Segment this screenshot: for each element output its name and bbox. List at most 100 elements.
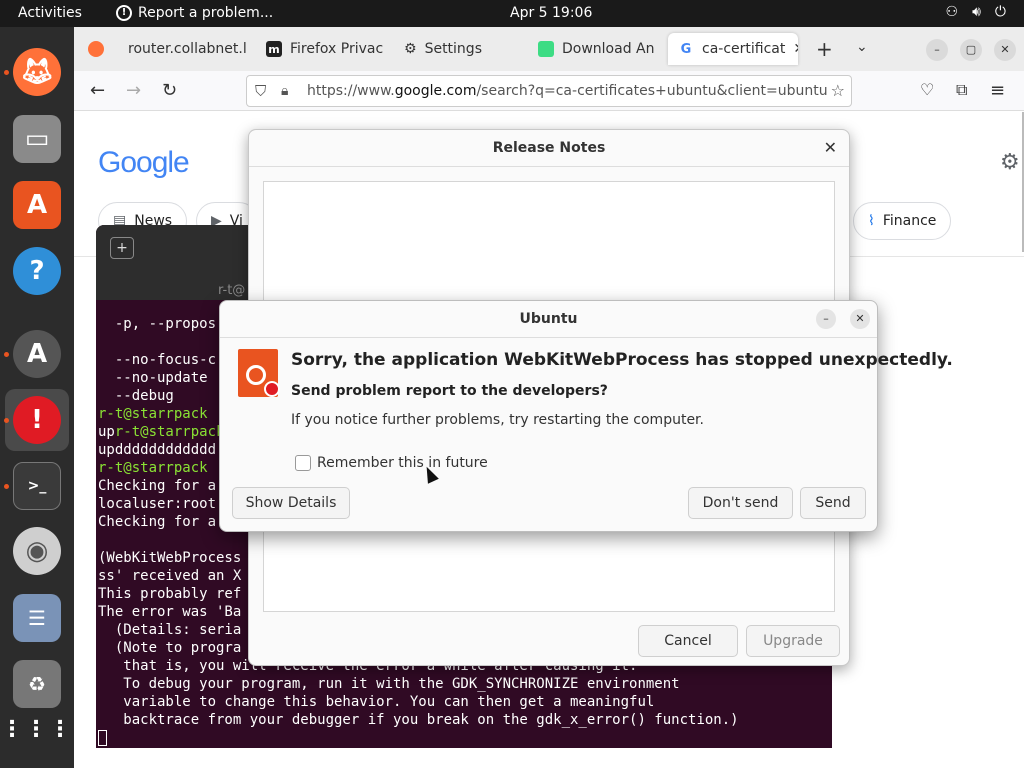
forward-icon[interactable]: → (126, 80, 141, 101)
terminal-text: This probably ref (98, 586, 242, 602)
gear-icon: ⚙ (404, 41, 417, 57)
settings-gear-icon[interactable]: ⚙ (1000, 150, 1020, 175)
mozilla-icon: m (266, 41, 282, 57)
terminal-line: backtrace from your debugger if you brea… (98, 711, 739, 729)
running-indicator (4, 484, 9, 489)
software-updater-icon[interactable]: A (13, 330, 61, 378)
upgrade-button[interactable]: Upgrade (746, 625, 840, 657)
maximize-button[interactable]: ▢ (960, 39, 982, 61)
dialog-title: Release Notes (492, 140, 606, 156)
firefox-icon[interactable]: 🦊︎ (13, 48, 61, 96)
warning-icon: ! (116, 5, 132, 21)
tab-label: Download An (562, 41, 655, 57)
close-button[interactable]: ✕ (850, 309, 870, 329)
close-window-button[interactable]: ✕ (994, 39, 1016, 61)
terminal-text: -p, --propos (98, 316, 217, 332)
help-icon[interactable]: ? (13, 247, 61, 295)
disc-icon[interactable]: ◉ (13, 527, 61, 575)
terminal-prompt: r-t@starrpack (98, 406, 208, 422)
firefox-menu-tab[interactable] (78, 33, 108, 65)
back-icon[interactable]: ← (90, 80, 105, 101)
tab-label: ca-certificat (702, 41, 786, 57)
activities-button[interactable]: Activities (18, 5, 82, 21)
terminal-text: Checking for a (98, 478, 217, 494)
chip-finance[interactable]: ⌇ Finance (853, 202, 952, 240)
close-tab-icon[interactable]: ✕ (793, 41, 798, 57)
tab-router[interactable]: router.collabnet.l (118, 33, 248, 65)
crash-subheading: Send problem report to the developers? (291, 383, 608, 399)
menu-icon[interactable]: ≡ (990, 80, 1005, 101)
crash-report-dialog: Ubuntu – ✕ Sorry, the application WebKit… (219, 300, 953, 532)
notification-report-problem[interactable]: ! Report a problem... (116, 5, 273, 21)
tab-label: Settings (424, 41, 482, 57)
terminal-cursor (98, 730, 107, 746)
tab-label: Firefox Privac (290, 41, 384, 57)
url-bar[interactable]: ⛉ 🔒︎ https://www.google.com/search?q=ca-… (246, 75, 852, 107)
chip-label: Finance (882, 213, 937, 229)
divider (249, 166, 849, 167)
remember-checkbox[interactable]: Remember this in future (295, 455, 488, 471)
bookmark-star-icon[interactable]: ☆ (830, 76, 845, 106)
terminal-prompt: r-t@starrpack (114, 424, 225, 440)
minimize-button[interactable]: – (816, 309, 836, 329)
error-report-icon[interactable]: ! (13, 396, 61, 444)
terminal-prompt: r-t@starrpack (98, 460, 208, 476)
tab-list-icon[interactable]: ⌄ (856, 39, 868, 55)
google-logo-text: Google (98, 146, 190, 179)
new-terminal-tab-icon[interactable]: + (110, 237, 134, 259)
send-button[interactable]: Send (800, 487, 866, 519)
app-center-icon[interactable]: A (13, 181, 61, 229)
tab-settings[interactable]: ⚙ Settings (394, 33, 524, 65)
checkbox-box[interactable] (295, 455, 311, 471)
terminal-text: (WebKitWebProcess (98, 550, 242, 566)
text-editor-icon[interactable]: ☰ (13, 594, 61, 642)
terminal-text: The error was 'Ba (98, 604, 242, 620)
tab-download[interactable]: Download An (528, 33, 658, 65)
terminal-icon[interactable]: >_ (13, 462, 61, 510)
crash-message: If you notice further problems, try rest… (291, 412, 704, 428)
terminal-text: variable to change this behavior. You ca… (98, 694, 655, 710)
terminal-line: To debug your program, run it with the G… (98, 675, 739, 693)
network-icon[interactable]: ⚇ (946, 4, 959, 20)
terminal-title: r-t@ (218, 283, 246, 298)
crash-heading: Sorry, the application WebKitWebProcess … (291, 350, 953, 370)
terminal-text: ss' received an X (98, 568, 242, 584)
url-domain: google.com (394, 83, 477, 99)
lock-icon[interactable]: 🔒︎ (281, 76, 288, 106)
show-details-button[interactable]: Show Details (232, 487, 350, 519)
url-prefix: https://www. (307, 83, 395, 99)
show-apps-icon[interactable]: ⋮⋮⋮ (1, 705, 71, 753)
tab-firefox-privacy[interactable]: m Firefox Privac (256, 33, 386, 65)
stop-badge-icon (264, 381, 280, 397)
google-logo[interactable]: Google (98, 146, 190, 180)
extensions-icon[interactable]: ⧉ (956, 80, 967, 100)
dock: 🦊︎ ▭ A ? A ! >_ ◉ ☰ ♻ ⋮⋮⋮ (0, 27, 74, 768)
terminal-text: --no-update (98, 370, 208, 386)
cancel-button[interactable]: Cancel (638, 625, 738, 657)
running-indicator (4, 418, 9, 423)
finance-icon: ⌇ (868, 213, 875, 229)
trash-icon[interactable]: ♻ (13, 660, 61, 708)
terminal-text: localuser:root (98, 496, 217, 512)
terminal-text: backtrace from your debugger if you brea… (98, 712, 739, 728)
terminal-text: updddddddddddd (98, 442, 217, 458)
url-path: /search?q=ca-certificates+ubuntu&client=… (476, 83, 828, 99)
tab-ca-certificates[interactable]: G ca-certificat ✕ (668, 33, 798, 65)
dont-send-button[interactable]: Don't send (688, 487, 793, 519)
power-icon[interactable]: ⏻ (995, 4, 1006, 20)
new-tab-icon[interactable]: + (816, 37, 833, 61)
clock[interactable]: Apr 5 19:06 (510, 5, 592, 21)
terminal-text: To debug your program, run it with the G… (98, 676, 680, 692)
terminal-text: --no-focus-c (98, 352, 217, 368)
pocket-icon[interactable]: ♡ (920, 80, 934, 99)
minimize-button[interactable]: – (926, 39, 948, 61)
close-icon[interactable]: ✕ (824, 138, 837, 157)
terminal-line: variable to change this behavior. You ca… (98, 693, 739, 711)
reload-icon[interactable]: ↻ (162, 80, 177, 101)
navigation-bar: ← → ↻ ⛉ 🔒︎ https://www.google.com/search… (74, 71, 1024, 111)
system-tray[interactable]: ⚇ 🔊︎ ⏻ (946, 4, 1006, 20)
divider (220, 337, 877, 338)
shield-icon[interactable]: ⛉ (255, 76, 266, 106)
volume-icon[interactable]: 🔊︎ (972, 4, 981, 20)
files-icon[interactable]: ▭ (13, 115, 61, 163)
